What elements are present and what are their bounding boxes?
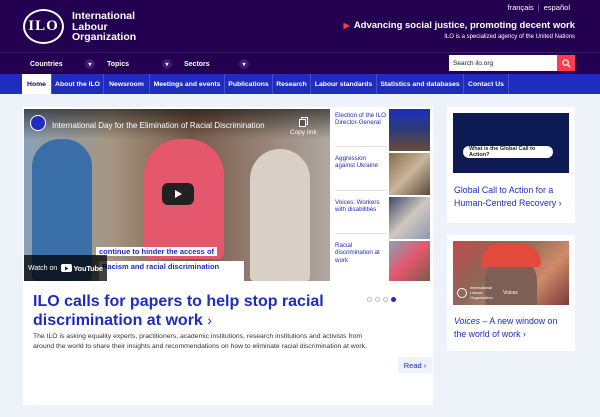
card-title-italic: Voices bbox=[454, 316, 481, 326]
side-divider bbox=[335, 233, 387, 234]
slogan-text: Advancing social justice, promoting dece… bbox=[353, 20, 575, 31]
watch-on-label: Watch on bbox=[28, 264, 58, 272]
nav-contact[interactable]: Contact Us bbox=[464, 74, 509, 94]
slider-dots bbox=[367, 297, 396, 302]
org-name-line: International bbox=[72, 10, 136, 22]
card-image: What is the Global Call to Action? bbox=[453, 113, 569, 173]
side-item-ukraine[interactable]: Aggression against Ukraine bbox=[335, 155, 387, 170]
side-item-election[interactable]: Election of the ILO Director-General bbox=[335, 112, 387, 127]
copy-link-button[interactable]: Copy link bbox=[290, 117, 317, 136]
dropdown-label: Countries bbox=[30, 60, 63, 68]
card-title[interactable]: Voices – A new window on the world of wo… bbox=[454, 315, 570, 341]
triangle-right-icon: ▶ bbox=[343, 21, 350, 30]
side-item-racial[interactable]: Racial discrimination at work bbox=[335, 242, 387, 264]
channel-avatar-icon[interactable] bbox=[30, 115, 46, 131]
video-caption: Racism and racial discrimination bbox=[102, 262, 220, 271]
youtube-play-icon bbox=[61, 264, 73, 272]
side-item-voices[interactable]: Voices: Workers with disabilities bbox=[335, 199, 387, 214]
sectors-dropdown[interactable]: Sectors ▾ bbox=[176, 56, 249, 72]
chevron-right-icon: › bbox=[207, 312, 212, 328]
play-button[interactable] bbox=[162, 183, 194, 205]
search-icon bbox=[561, 58, 571, 68]
play-icon bbox=[175, 190, 182, 198]
feature-summary: The ILO is asking equality experts, prac… bbox=[33, 333, 367, 350]
read-button[interactable]: Read › bbox=[398, 357, 432, 373]
side-divider bbox=[335, 190, 387, 191]
copy-link-label: Copy link bbox=[290, 129, 317, 136]
topics-dropdown[interactable]: Topics ▾ bbox=[99, 56, 172, 72]
copy-icon bbox=[298, 117, 308, 127]
chevron-down-icon: ▾ bbox=[85, 59, 95, 69]
chevron-down-icon: ▾ bbox=[239, 59, 249, 69]
card-image-org: International Labour Organization bbox=[470, 285, 493, 300]
countries-dropdown[interactable]: Countries ▾ bbox=[22, 56, 95, 72]
watch-on-youtube[interactable]: Watch on YouTube bbox=[24, 255, 107, 281]
ilo-logo-icon[interactable]: ILO bbox=[23, 9, 64, 44]
side-thumb-ukraine[interactable] bbox=[389, 153, 430, 195]
nav-statistics[interactable]: Statistics and databases bbox=[377, 74, 464, 94]
org-name[interactable]: International Labour Organization bbox=[72, 11, 136, 43]
youtube-logo: YouTube bbox=[61, 264, 103, 273]
lang-link-es[interactable]: español bbox=[544, 3, 570, 12]
search-button[interactable] bbox=[557, 55, 575, 71]
card-voices[interactable]: International Labour Organization Voices… bbox=[447, 235, 575, 351]
dropdown-label: Topics bbox=[107, 60, 130, 68]
slider-dot-active[interactable] bbox=[391, 297, 396, 302]
dropdown-label: Sectors bbox=[184, 60, 210, 68]
slider-dot[interactable] bbox=[383, 297, 388, 302]
card-image-badge: International Labour Organization Voices bbox=[457, 285, 518, 300]
helmet-shape bbox=[481, 243, 541, 267]
card-image-label: Voices bbox=[503, 289, 518, 296]
nav-research[interactable]: Research bbox=[273, 74, 311, 94]
nav-labour-standards[interactable]: Labour standards bbox=[311, 74, 377, 94]
video-player[interactable]: International Day for the Elimination of… bbox=[24, 109, 330, 281]
nav-publications[interactable]: Publications bbox=[225, 74, 273, 94]
nav-about[interactable]: About the ILO bbox=[52, 74, 104, 94]
card-global-call[interactable]: What is the Global Call to Action? Globa… bbox=[447, 107, 575, 223]
side-thumb-voices[interactable] bbox=[389, 197, 430, 239]
org-name-line: Organization bbox=[72, 31, 137, 43]
site-slogan: ▶ Advancing social justice, promoting de… bbox=[344, 20, 575, 31]
search-input[interactable] bbox=[449, 55, 557, 71]
feature-headline-text: ILO calls for papers to help stop racial… bbox=[33, 293, 324, 329]
feature-headline[interactable]: ILO calls for papers to help stop racial… bbox=[33, 292, 363, 330]
video-caption: continue to hinder the access of bbox=[96, 247, 218, 256]
card-image-text: What is the Global Call to Action? bbox=[469, 146, 536, 158]
side-divider bbox=[335, 146, 387, 147]
card-image-pill: What is the Global Call to Action? bbox=[463, 146, 553, 158]
side-thumb-racial[interactable] bbox=[389, 241, 430, 281]
main-nav: Home About the ILO Newsroom Meetings and… bbox=[0, 74, 600, 94]
video-title[interactable]: International Day for the Elimination of… bbox=[52, 121, 265, 130]
card-title[interactable]: Global Call to Action for a Human-Centre… bbox=[454, 184, 570, 210]
site-header: ILO International Labour Organization fr… bbox=[0, 0, 600, 52]
nav-home[interactable]: Home bbox=[22, 74, 52, 94]
video-figure bbox=[250, 149, 310, 281]
slider-dot[interactable] bbox=[375, 297, 380, 302]
lang-link-fr[interactable]: français bbox=[508, 3, 534, 12]
slider-dot[interactable] bbox=[367, 297, 372, 302]
youtube-wordmark: YouTube bbox=[73, 263, 103, 273]
ilo-logo-icon bbox=[457, 287, 467, 298]
lang-separator: | bbox=[537, 3, 540, 12]
language-switcher: français | español bbox=[508, 3, 571, 12]
nav-meetings[interactable]: Meetings and events bbox=[150, 74, 225, 94]
card-image: International Labour Organization Voices bbox=[453, 241, 569, 305]
chevron-down-icon: ▾ bbox=[162, 59, 172, 69]
side-thumb-election[interactable] bbox=[389, 109, 430, 151]
site-tagline: ILO is a specialized agency of the Unite… bbox=[444, 34, 575, 40]
nav-newsroom[interactable]: Newsroom bbox=[104, 74, 150, 94]
